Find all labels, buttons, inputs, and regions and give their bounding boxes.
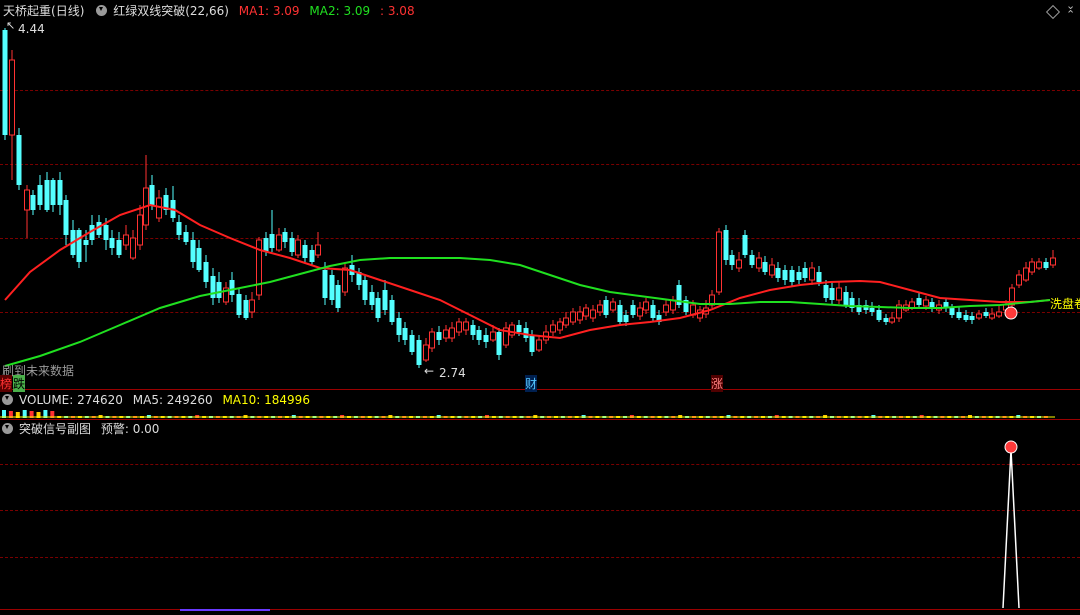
signal-spike bbox=[1002, 449, 1020, 609]
signal-chart[interactable] bbox=[0, 0, 1080, 615]
signal-ball-icon bbox=[1004, 440, 1018, 454]
